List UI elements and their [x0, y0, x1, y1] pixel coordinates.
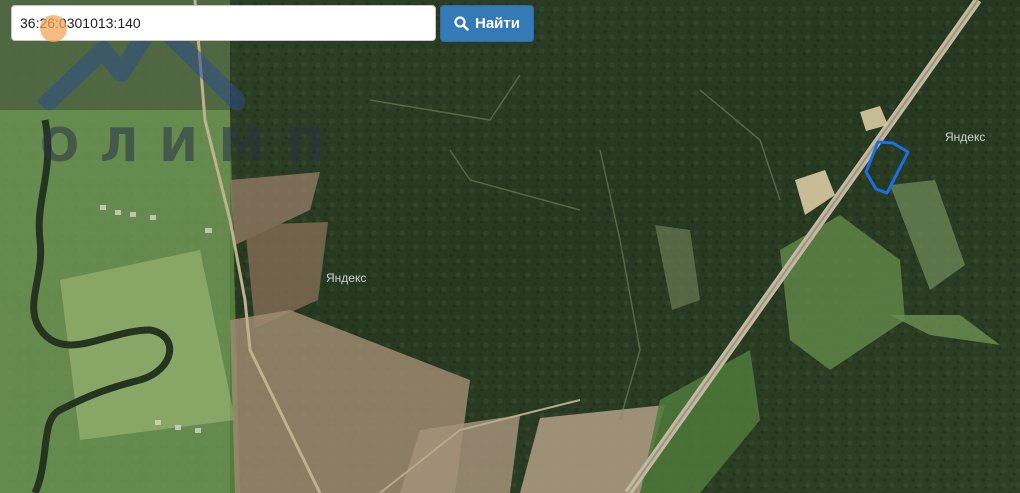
watermark-text: ОЛИМП	[40, 118, 346, 172]
search-icon	[454, 16, 469, 31]
map-label-yandex: Яндекс	[945, 130, 986, 144]
search-button[interactable]: Найти	[440, 5, 534, 42]
search-bar: Найти	[11, 5, 534, 43]
cadastral-search-input[interactable]	[11, 5, 436, 41]
search-button-label: Найти	[475, 15, 520, 32]
map-label-yandex: Яндекс	[326, 271, 367, 285]
cursor-indicator	[40, 15, 67, 42]
